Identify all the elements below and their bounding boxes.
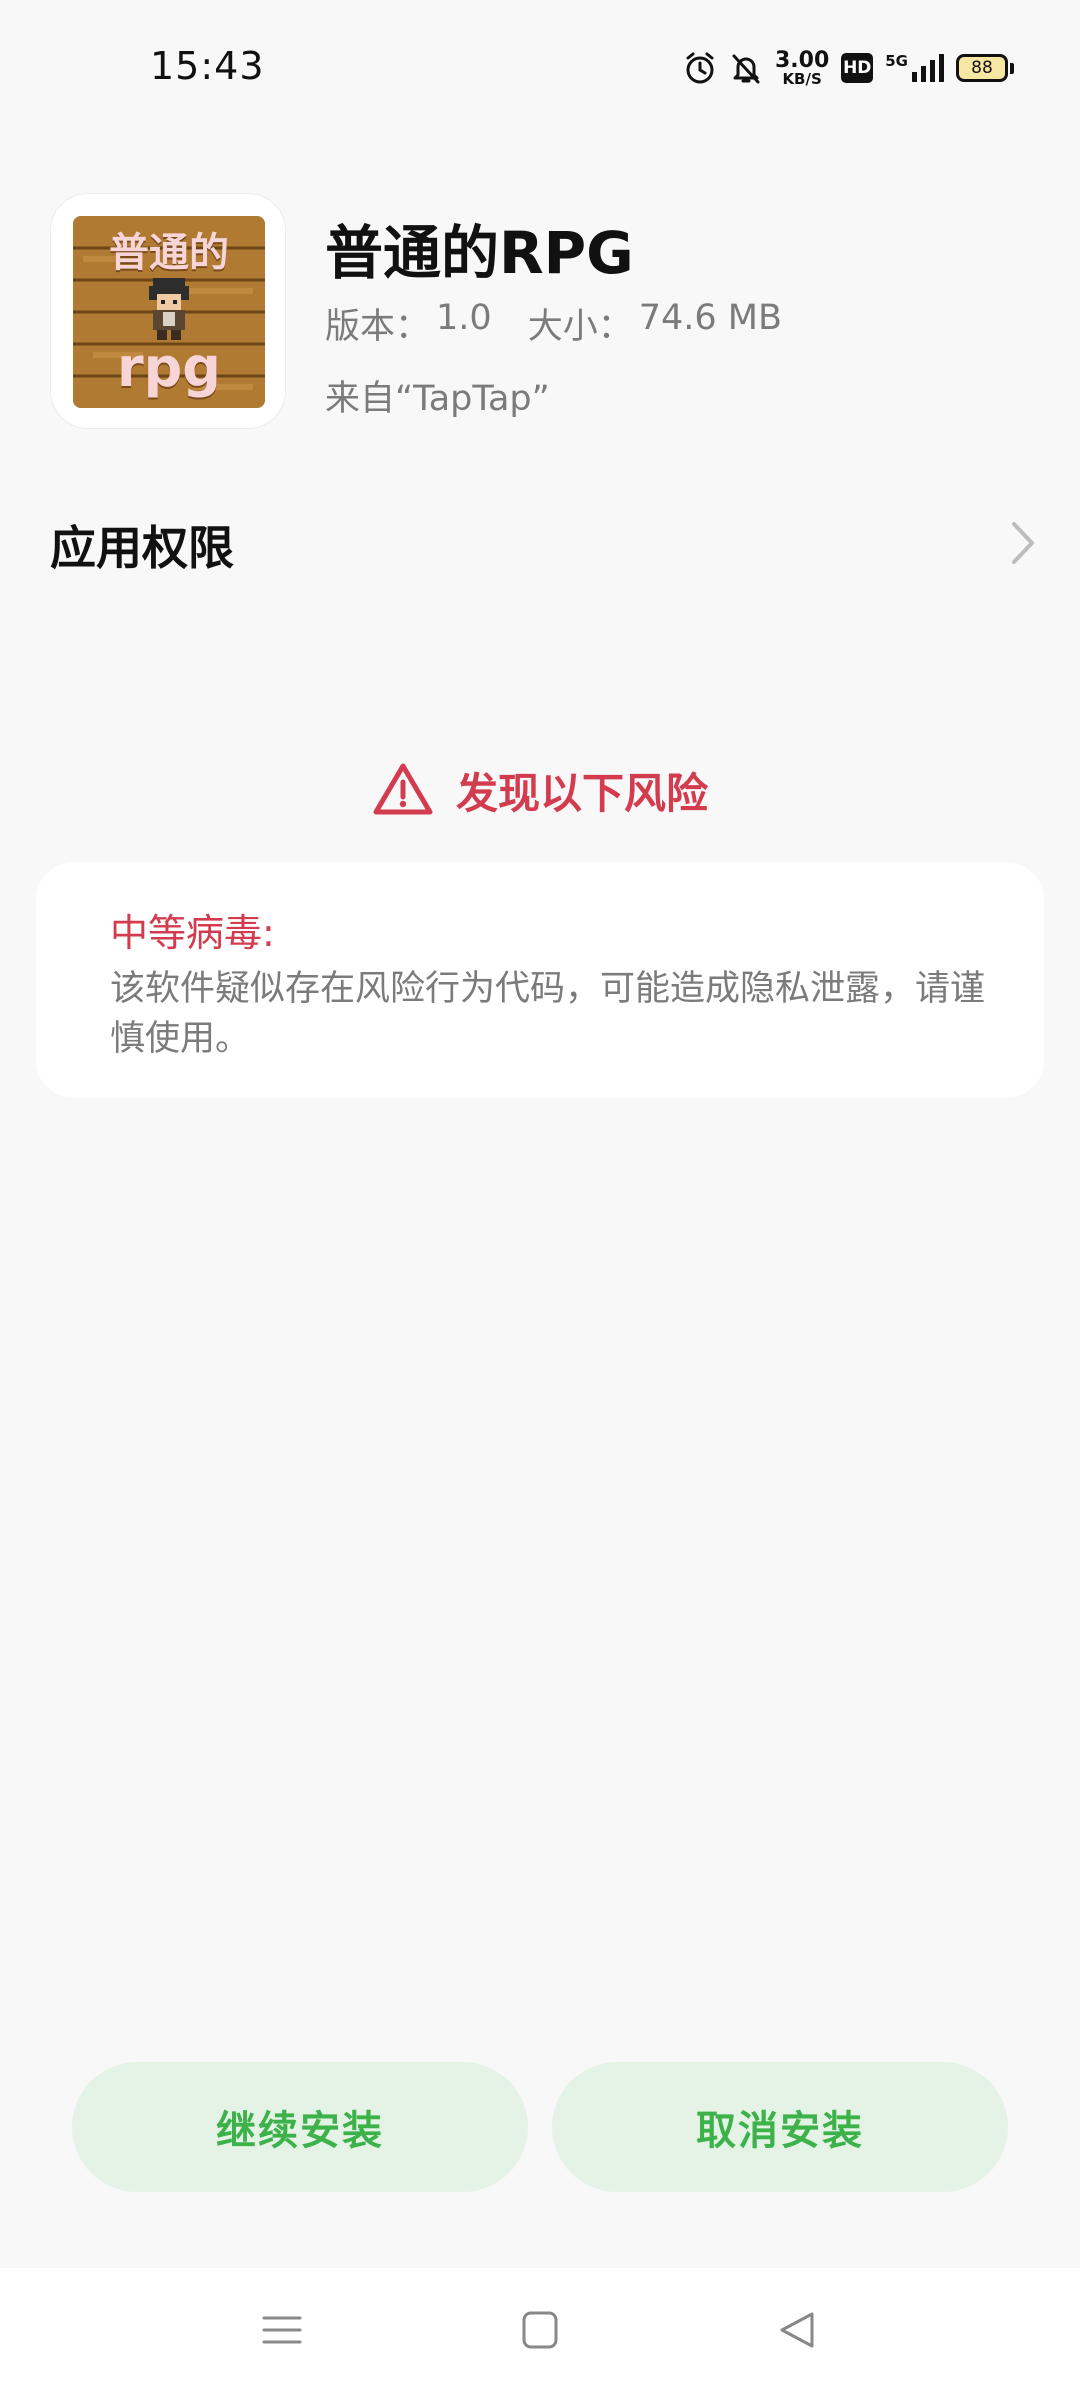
home-icon[interactable] [521, 2310, 559, 2354]
status-icons: 3.00 KB/S HD 5G 88 [683, 48, 1014, 88]
network-speed: 3.00 KB/S [774, 47, 830, 88]
install-screen: 15:43 3.00 KB/S HD 5G 88 普通的 rpg 普通的RPG … [0, 0, 1080, 2400]
risk-description: 该软件疑似存在风险行为代码，可能造成隐私泄露，请谨慎使用。 [110, 969, 986, 1059]
network-speed-unit: KB/S [782, 69, 822, 88]
navigation-bar [0, 2268, 1080, 2400]
network-type: 5G [885, 52, 908, 70]
risk-title: 发现以下风险 [455, 769, 708, 818]
signal-icon: 5G [885, 52, 944, 84]
app-icon-caption-bottom: rpg [117, 336, 221, 399]
hd-badge: HD [841, 53, 874, 83]
battery-icon: 88 [956, 54, 1014, 82]
warning-triangle-icon [372, 762, 434, 820]
back-icon[interactable] [778, 2310, 816, 2354]
cancel-install-button[interactable]: 取消安装 [552, 2062, 1008, 2192]
menu-icon[interactable] [262, 2310, 302, 2354]
chevron-right-icon [1008, 518, 1038, 572]
permissions-row[interactable]: 应用权限 [0, 500, 1080, 586]
network-speed-value: 3.00 [774, 47, 830, 73]
size-label: 大小： [527, 307, 633, 347]
app-icon: 普通的 rpg [50, 193, 286, 429]
status-time: 15:43 [150, 44, 265, 88]
continue-install-button[interactable]: 继续安装 [72, 2062, 528, 2192]
risk-heading: 发现以下风险 [0, 760, 1080, 821]
permissions-label: 应用权限 [50, 521, 234, 575]
app-icon-caption-top: 普通的 [109, 230, 229, 276]
status-bar: 15:43 3.00 KB/S HD 5G 88 [0, 0, 1080, 136]
version-label: 版本： [325, 307, 431, 347]
app-meta: 版本： 1.0 大小： 74.6 MB [325, 298, 782, 349]
risk-card: 中等病毒: 该软件疑似存在风险行为代码，可能造成隐私泄露，请谨慎使用。 [36, 862, 1044, 1098]
app-source: 来自“TapTap” [325, 379, 550, 419]
bell-muted-icon [729, 51, 763, 85]
battery-level: 88 [956, 54, 1008, 82]
alarm-icon [683, 51, 717, 85]
risk-level: 中等病毒: [110, 911, 275, 955]
version-value: 1.0 [436, 298, 492, 338]
app-name: 普通的RPG [325, 219, 634, 287]
app-icon-art: 普通的 rpg [73, 216, 265, 408]
size-value: 74.6 MB [638, 298, 782, 338]
